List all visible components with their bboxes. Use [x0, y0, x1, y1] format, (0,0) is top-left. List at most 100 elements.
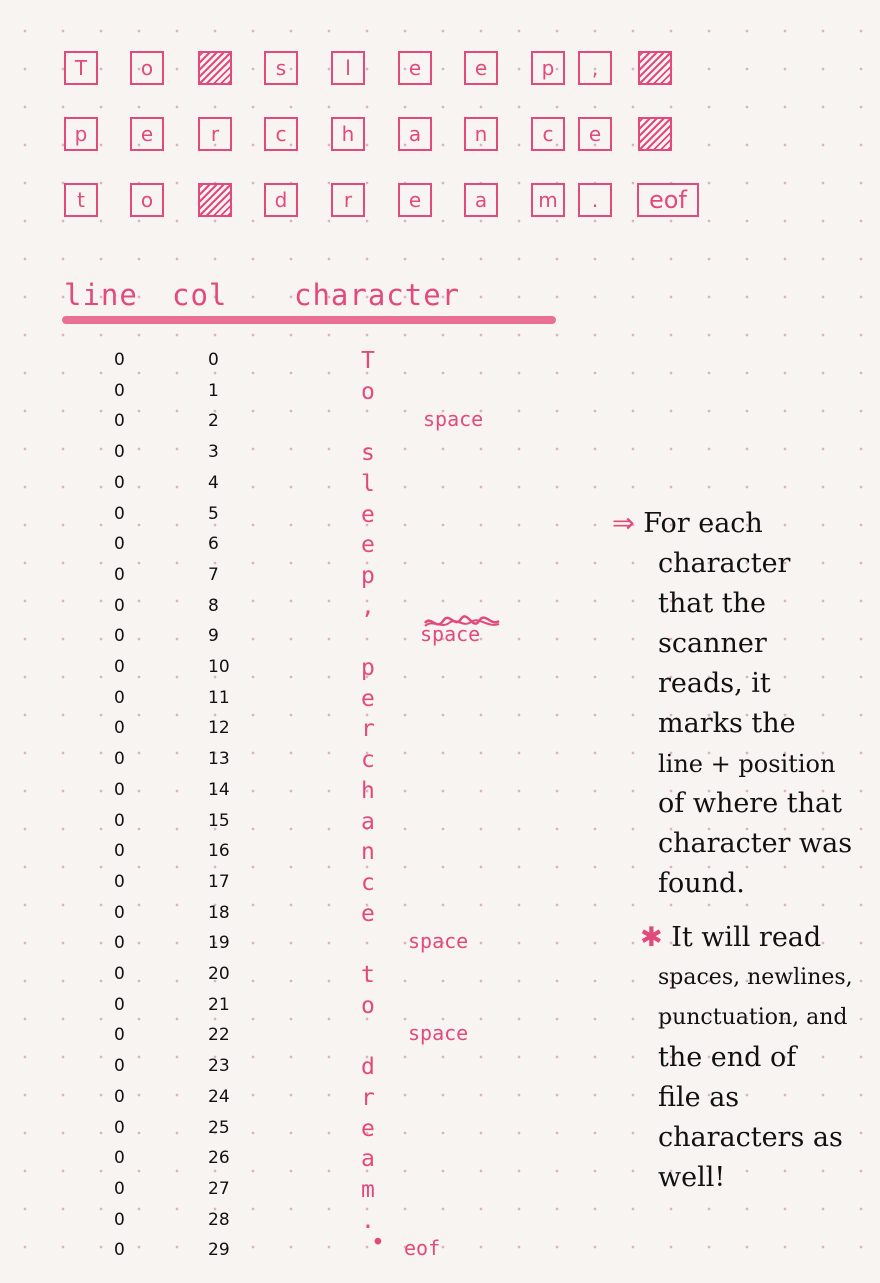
- char-box: ,: [578, 51, 612, 85]
- line-number: 0: [114, 504, 125, 524]
- header-underline: [62, 316, 556, 324]
- char-box: e: [464, 51, 498, 85]
- char-box: c: [264, 117, 298, 151]
- col-number: 2: [208, 411, 219, 431]
- side-note-line: well!: [658, 1162, 726, 1193]
- line-number: 0: [114, 1179, 125, 1199]
- scanned-character: T: [361, 348, 375, 374]
- line-number: 0: [114, 1148, 125, 1168]
- side-note-line: that the: [658, 588, 766, 619]
- col-number: 25: [208, 1118, 230, 1138]
- eof-label: eof: [404, 1236, 441, 1260]
- line-number: 0: [114, 1240, 125, 1260]
- char-box: d: [264, 183, 298, 217]
- char-box: a: [464, 183, 498, 217]
- char-box: l: [331, 51, 365, 85]
- scanned-character: c: [361, 870, 375, 896]
- space-label: space: [408, 1021, 469, 1045]
- col-number: 11: [208, 688, 230, 708]
- char-box: n: [464, 117, 498, 151]
- line-number: 0: [114, 1118, 125, 1138]
- line-number: 0: [114, 964, 125, 984]
- side-note-line: character was: [658, 828, 853, 859]
- col-number: 16: [208, 841, 230, 861]
- char-box: r: [331, 183, 365, 217]
- line-number: 0: [114, 473, 125, 493]
- scanned-character: c: [361, 747, 375, 773]
- scanned-character: p: [361, 563, 375, 589]
- scanned-character: p: [361, 655, 375, 681]
- col-number: 15: [208, 811, 230, 831]
- col-number: 5: [208, 504, 219, 524]
- side-note-line: spaces, newlines,: [658, 965, 853, 990]
- line-number: 0: [114, 657, 125, 677]
- header-line: line: [64, 278, 138, 312]
- scanned-character: e: [361, 686, 375, 712]
- side-note: ⇒ For each character that the scanner re…: [612, 504, 874, 1198]
- col-number: 6: [208, 534, 219, 554]
- notebook-page: To s l e e p, p e r c h a n c e t o d r e a m. eof line col ch…: [0, 0, 880, 1283]
- hatched-space-box: [638, 117, 672, 151]
- line-number: 0: [114, 565, 125, 585]
- line-number: 0: [114, 350, 125, 370]
- scanned-character: r: [361, 1085, 375, 1111]
- side-note-line: character: [658, 548, 791, 579]
- side-note-line: the end of: [658, 1042, 797, 1073]
- scanned-character: d: [361, 1054, 375, 1080]
- col-number: 9: [208, 626, 219, 646]
- scanned-character: e: [361, 532, 375, 558]
- char-box: e: [398, 51, 432, 85]
- arrow-icon: ⇒: [612, 508, 635, 539]
- hatched-space-box: [198, 183, 232, 217]
- scanned-character: h: [361, 778, 375, 804]
- col-number: 26: [208, 1148, 230, 1168]
- side-note-line: line + position: [658, 750, 836, 778]
- hatched-space-box: [198, 51, 232, 85]
- char-box: o: [130, 51, 164, 85]
- side-note-line: scanner: [658, 628, 767, 659]
- side-note-line: punctuation, and: [658, 1005, 848, 1030]
- scanned-character: o: [361, 379, 375, 405]
- line-number: 0: [114, 596, 125, 616]
- scanned-character: m: [361, 1177, 375, 1203]
- char-box: T: [64, 51, 98, 85]
- scanned-character: ,: [361, 594, 375, 620]
- scanned-character: r: [361, 716, 375, 742]
- side-note-line: It will read: [671, 922, 822, 953]
- char-box: a: [398, 117, 432, 151]
- line-number: 0: [114, 718, 125, 738]
- col-number: 18: [208, 903, 230, 923]
- eof-dot-icon: •: [371, 1230, 385, 1256]
- side-note-line: of where that: [658, 788, 842, 819]
- space-label: space: [408, 929, 469, 953]
- line-number: 0: [114, 381, 125, 401]
- scanned-character: e: [361, 502, 375, 528]
- col-number: 29: [208, 1240, 230, 1260]
- char-box: .: [578, 183, 612, 217]
- line-number: 0: [114, 841, 125, 861]
- col-number: 1: [208, 381, 219, 401]
- line-number: 0: [114, 1056, 125, 1076]
- char-box: p: [531, 51, 565, 85]
- col-number: 28: [208, 1210, 230, 1230]
- eof-box: eof: [637, 183, 699, 217]
- col-number: 3: [208, 442, 219, 462]
- col-number: 10: [208, 657, 230, 677]
- col-number: 14: [208, 780, 230, 800]
- col-number: 0: [208, 350, 219, 370]
- line-number: 0: [114, 626, 125, 646]
- hatched-space-box: [638, 51, 672, 85]
- line-number: 0: [114, 1025, 125, 1045]
- scribbled-out-note: [424, 615, 500, 627]
- line-number: 0: [114, 749, 125, 769]
- col-number: 20: [208, 964, 230, 984]
- line-number: 0: [114, 1087, 125, 1107]
- side-note-line: characters as: [658, 1122, 843, 1153]
- col-number: 12: [208, 718, 230, 738]
- line-number: 0: [114, 688, 125, 708]
- col-number: 21: [208, 995, 230, 1015]
- side-note-line: For each: [643, 508, 763, 539]
- scanned-character: t: [361, 962, 375, 988]
- side-note-line: file as: [658, 1082, 740, 1113]
- scanned-character: l: [361, 471, 375, 497]
